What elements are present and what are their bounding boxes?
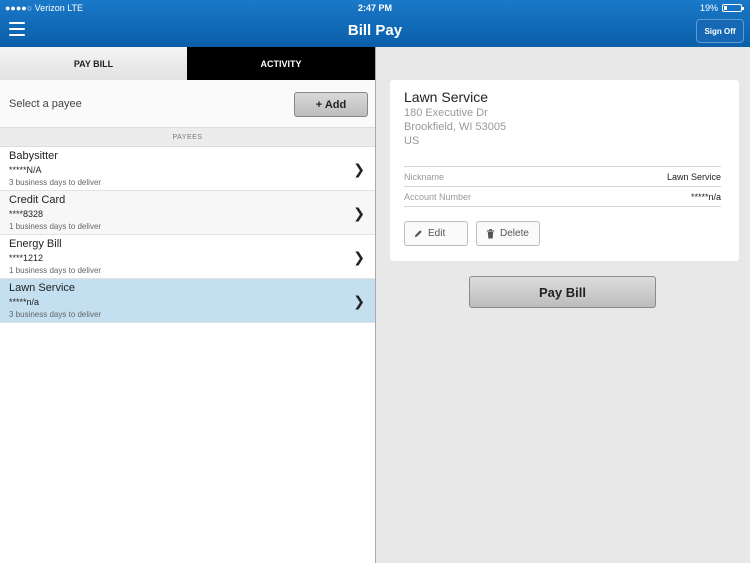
top-bar: ●●●●○ Verizon LTE 2:47 PM 19% Bill Pay S… xyxy=(0,0,750,47)
pencil-icon xyxy=(414,230,422,238)
nickname-value: Lawn Service xyxy=(666,172,721,182)
address-line-1: 180 Executive Dr xyxy=(404,107,488,119)
payee-delivery: 3 business days to deliver xyxy=(9,310,102,319)
chevron-right-icon: ❯ xyxy=(353,161,365,177)
payee-detail-card: Lawn Service 180 Executive Dr Brookfield… xyxy=(390,80,739,261)
payee-delivery: 1 business days to deliver xyxy=(9,222,102,231)
battery-indicator: 19% xyxy=(699,3,744,13)
tab-bar: PAY BILL ACTIVITY xyxy=(0,47,375,80)
detail-payee-name: Lawn Service xyxy=(404,89,489,105)
payee-row-energy-bill[interactable]: Energy Bill ****1212 1 business days to … xyxy=(0,235,375,279)
payee-delivery: 3 business days to deliver xyxy=(9,178,102,187)
select-payee-row: Select a payee + Add xyxy=(0,80,375,128)
nickname-row: Nickname Lawn Service xyxy=(404,166,721,186)
payee-row-babysitter[interactable]: Babysitter *****N/A 3 business days to d… xyxy=(0,147,375,191)
tab-activity[interactable]: ACTIVITY xyxy=(187,47,375,80)
payee-name: Babysitter xyxy=(9,150,58,162)
tab-pay-bill[interactable]: PAY BILL xyxy=(0,47,187,80)
clock: 2:47 PM xyxy=(357,3,392,13)
account-number-row: Account Number *****n/a xyxy=(404,186,721,207)
account-number-label: Account Number xyxy=(404,192,472,202)
nickname-label: Nickname xyxy=(404,172,445,182)
trash-icon xyxy=(486,228,495,238)
chevron-right-icon: ❯ xyxy=(353,249,365,265)
payees-section-header: PAYEES xyxy=(0,128,375,147)
sign-off-button[interactable]: Sign Off xyxy=(696,19,744,43)
chevron-right-icon: ❯ xyxy=(353,293,365,309)
payee-name: Lawn Service xyxy=(9,282,76,294)
battery-percent: 19% xyxy=(699,3,718,13)
account-number-value: *****n/a xyxy=(690,192,721,202)
payee-account: ****8328 xyxy=(9,209,44,219)
page-title: Bill Pay xyxy=(347,22,403,39)
payee-account: *****N/A xyxy=(9,165,42,175)
delete-button[interactable]: Delete xyxy=(476,221,540,246)
add-payee-button[interactable]: + Add xyxy=(294,92,368,117)
delete-label: Delete xyxy=(500,228,529,239)
battery-icon xyxy=(722,4,744,12)
payee-pane: PAY BILL ACTIVITY Select a payee + Add P… xyxy=(0,47,375,563)
status-bar: ●●●●○ Verizon LTE 2:47 PM 19% xyxy=(0,0,750,16)
payee-name: Credit Card xyxy=(9,194,66,206)
select-payee-label: Select a payee xyxy=(9,98,82,110)
payee-account: *****n/a xyxy=(9,297,40,307)
address-line-3: US xyxy=(404,135,420,147)
address-line-2: Brookfield, WI 53005 xyxy=(404,121,507,133)
edit-button[interactable]: Edit xyxy=(404,221,468,246)
payee-row-credit-card[interactable]: Credit Card ****8328 1 business days to … xyxy=(0,191,375,235)
payee-delivery: 1 business days to deliver xyxy=(9,266,102,275)
payee-account: ****1212 xyxy=(9,253,44,263)
payee-detail-pane: Lawn Service 180 Executive Dr Brookfield… xyxy=(376,47,750,563)
payee-row-lawn-service[interactable]: Lawn Service *****n/a 3 business days to… xyxy=(0,279,375,323)
battery-fill xyxy=(724,6,727,10)
payee-name: Energy Bill xyxy=(9,238,62,250)
chevron-right-icon: ❯ xyxy=(353,205,365,221)
edit-label: Edit xyxy=(428,228,446,239)
pay-bill-button[interactable]: Pay Bill xyxy=(469,276,656,308)
